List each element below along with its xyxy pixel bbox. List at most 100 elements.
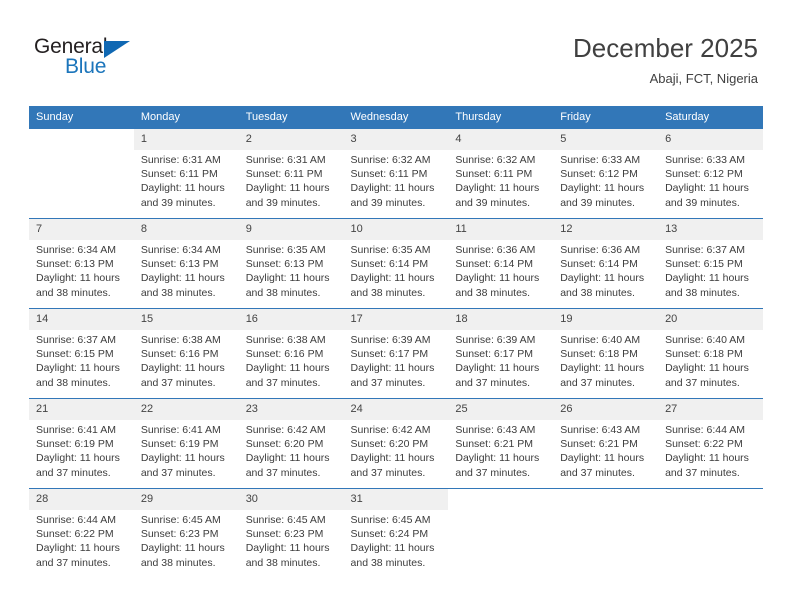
sunset-text: Sunset: 6:24 PM xyxy=(350,528,429,541)
daylight-text-line1: Daylight: 11 hours xyxy=(245,542,330,555)
day-details: Sunrise: 6:37 AM Sunset: 6:15 PM Dayligh… xyxy=(658,240,763,300)
calendar-day-cell[interactable]: 20 Sunrise: 6:40 AM Sunset: 6:18 PM Dayl… xyxy=(658,308,763,399)
calendar-day-cell[interactable]: 23 Sunrise: 6:42 AM Sunset: 6:20 PM Dayl… xyxy=(238,398,344,489)
calendar-day-cell[interactable]: 24 Sunrise: 6:42 AM Sunset: 6:20 PM Dayl… xyxy=(343,398,449,489)
calendar-day-cell[interactable]: 22 Sunrise: 6:41 AM Sunset: 6:19 PM Dayl… xyxy=(133,398,239,489)
sunrise-text: Sunrise: 6:39 AM xyxy=(455,334,536,346)
sunset-text: Sunset: 6:18 PM xyxy=(560,348,638,361)
calendar-day-cell[interactable]: 11 Sunrise: 6:36 AM Sunset: 6:14 PM Dayl… xyxy=(448,218,554,309)
sunrise-text: Sunrise: 6:43 AM xyxy=(455,424,536,436)
day-number: 24 xyxy=(343,399,449,420)
daylight-text-line2: and 38 minutes. xyxy=(350,556,426,569)
daylight-text-line1: Daylight: 11 hours xyxy=(245,182,330,195)
daylight-text-line2: and 39 minutes. xyxy=(140,196,216,209)
calendar-day-cell[interactable]: 15 Sunrise: 6:38 AM Sunset: 6:16 PM Dayl… xyxy=(133,308,239,399)
weekday-header-tuesday: Tuesday xyxy=(238,106,344,129)
sunrise-text: Sunrise: 6:33 AM xyxy=(665,154,746,166)
calendar-day-cell[interactable] xyxy=(658,488,763,578)
calendar-day-cell[interactable]: 21 Sunrise: 6:41 AM Sunset: 6:19 PM Dayl… xyxy=(29,398,134,489)
sunset-text: Sunset: 6:13 PM xyxy=(140,258,219,271)
day-details: Sunrise: 6:31 AM Sunset: 6:11 PM Dayligh… xyxy=(239,150,344,210)
calendar-day-cell[interactable]: 1 Sunrise: 6:31 AM Sunset: 6:11 PM Dayli… xyxy=(133,129,239,219)
daylight-text-line1: Daylight: 11 hours xyxy=(560,182,645,195)
sunrise-text: Sunrise: 6:32 AM xyxy=(350,154,431,166)
calendar-day-cell[interactable]: 7 Sunrise: 6:34 AM Sunset: 6:13 PM Dayli… xyxy=(29,218,134,309)
page-title: December 2025 xyxy=(573,33,758,63)
daylight-text-line1: Daylight: 11 hours xyxy=(665,452,749,465)
sunset-text: Sunset: 6:17 PM xyxy=(350,348,429,361)
calendar-day-cell[interactable]: 12 Sunrise: 6:36 AM Sunset: 6:14 PM Dayl… xyxy=(553,218,659,309)
day-number: 8 xyxy=(133,219,239,240)
calendar-day-cell[interactable]: 31 Sunrise: 6:45 AM Sunset: 6:24 PM Dayl… xyxy=(343,488,449,578)
day-details: Sunrise: 6:40 AM Sunset: 6:18 PM Dayligh… xyxy=(658,330,763,390)
calendar-day-cell[interactable]: 18 Sunrise: 6:39 AM Sunset: 6:17 PM Dayl… xyxy=(448,308,554,399)
daylight-text-line1: Daylight: 11 hours xyxy=(665,182,749,195)
sunset-text: Sunset: 6:12 PM xyxy=(560,168,638,181)
daylight-text-line1: Daylight: 11 hours xyxy=(350,542,435,555)
calendar-day-cell[interactable]: 10 Sunrise: 6:35 AM Sunset: 6:14 PM Dayl… xyxy=(343,218,449,309)
sunset-text: Sunset: 6:16 PM xyxy=(245,348,324,361)
calendar-day-cell[interactable]: 8 Sunrise: 6:34 AM Sunset: 6:13 PM Dayli… xyxy=(133,218,239,309)
sunset-text: Sunset: 6:15 PM xyxy=(36,348,114,361)
daylight-text-line2: and 37 minutes. xyxy=(665,466,740,479)
daylight-text-line2: and 37 minutes. xyxy=(350,466,426,479)
calendar-header-row: Sunday Monday Tuesday Wednesday Thursday… xyxy=(29,106,763,129)
calendar-week-row: 14 Sunrise: 6:37 AM Sunset: 6:15 PM Dayl… xyxy=(29,308,763,399)
calendar-day-cell[interactable]: 30 Sunrise: 6:45 AM Sunset: 6:23 PM Dayl… xyxy=(238,488,344,578)
sunrise-text: Sunrise: 6:34 AM xyxy=(140,244,221,256)
calendar-day-cell[interactable]: 4 Sunrise: 6:32 AM Sunset: 6:11 PM Dayli… xyxy=(448,129,554,219)
day-number: 3 xyxy=(343,129,449,150)
sunset-text: Sunset: 6:13 PM xyxy=(36,258,114,271)
daylight-text-line2: and 37 minutes. xyxy=(560,466,635,479)
daylight-text-line1: Daylight: 11 hours xyxy=(455,362,540,375)
sunset-text: Sunset: 6:11 PM xyxy=(350,168,428,181)
sunrise-text: Sunrise: 6:35 AM xyxy=(350,244,431,256)
daylight-text-line1: Daylight: 11 hours xyxy=(140,542,225,555)
calendar-day-cell[interactable]: 16 Sunrise: 6:38 AM Sunset: 6:16 PM Dayl… xyxy=(238,308,344,399)
day-details: Sunrise: 6:34 AM Sunset: 6:13 PM Dayligh… xyxy=(29,240,134,300)
calendar-day-cell[interactable] xyxy=(553,488,659,578)
calendar-day-cell[interactable]: 28 Sunrise: 6:44 AM Sunset: 6:22 PM Dayl… xyxy=(29,488,134,578)
calendar-day-cell[interactable] xyxy=(29,129,134,219)
calendar-day-cell[interactable]: 2 Sunrise: 6:31 AM Sunset: 6:11 PM Dayli… xyxy=(238,129,344,219)
sunrise-text: Sunrise: 6:33 AM xyxy=(560,154,641,166)
calendar-day-cell[interactable]: 5 Sunrise: 6:33 AM Sunset: 6:12 PM Dayli… xyxy=(553,129,659,219)
day-number: 17 xyxy=(343,309,449,330)
daylight-text-line1: Daylight: 11 hours xyxy=(140,362,225,375)
calendar-week-row: 7 Sunrise: 6:34 AM Sunset: 6:13 PM Dayli… xyxy=(29,218,763,309)
day-number: 22 xyxy=(133,399,239,420)
calendar-day-cell[interactable]: 6 Sunrise: 6:33 AM Sunset: 6:12 PM Dayli… xyxy=(658,129,763,219)
daylight-text-line2: and 38 minutes. xyxy=(36,286,111,299)
sunrise-text: Sunrise: 6:39 AM xyxy=(350,334,431,346)
calendar-day-cell[interactable]: 19 Sunrise: 6:40 AM Sunset: 6:18 PM Dayl… xyxy=(553,308,659,399)
calendar-day-cell[interactable]: 29 Sunrise: 6:45 AM Sunset: 6:23 PM Dayl… xyxy=(133,488,239,578)
day-number: 13 xyxy=(658,219,763,240)
general-blue-logo: General Blue xyxy=(34,36,154,82)
calendar-day-cell[interactable]: 26 Sunrise: 6:43 AM Sunset: 6:21 PM Dayl… xyxy=(553,398,659,489)
daylight-text-line2: and 37 minutes. xyxy=(36,466,111,479)
day-number: 16 xyxy=(238,309,344,330)
calendar-day-cell[interactable] xyxy=(448,488,554,578)
calendar-day-cell[interactable]: 17 Sunrise: 6:39 AM Sunset: 6:17 PM Dayl… xyxy=(343,308,449,399)
daylight-text-line1: Daylight: 11 hours xyxy=(350,452,435,465)
day-details: Sunrise: 6:42 AM Sunset: 6:20 PM Dayligh… xyxy=(344,420,449,480)
calendar-day-cell[interactable]: 13 Sunrise: 6:37 AM Sunset: 6:15 PM Dayl… xyxy=(658,218,763,309)
calendar-day-cell[interactable]: 27 Sunrise: 6:44 AM Sunset: 6:22 PM Dayl… xyxy=(658,398,763,489)
calendar-day-cell[interactable]: 25 Sunrise: 6:43 AM Sunset: 6:21 PM Dayl… xyxy=(448,398,554,489)
sunset-text: Sunset: 6:21 PM xyxy=(455,438,534,451)
daylight-text-line2: and 39 minutes. xyxy=(665,196,740,209)
calendar-day-cell[interactable]: 9 Sunrise: 6:35 AM Sunset: 6:13 PM Dayli… xyxy=(238,218,344,309)
daylight-text-line2: and 37 minutes. xyxy=(455,376,531,389)
sunset-text: Sunset: 6:23 PM xyxy=(245,528,324,541)
sunrise-text: Sunrise: 6:42 AM xyxy=(245,424,326,436)
calendar-day-cell[interactable]: 3 Sunrise: 6:32 AM Sunset: 6:11 PM Dayli… xyxy=(343,129,449,219)
sunset-text: Sunset: 6:11 PM xyxy=(455,168,533,181)
logo-text-blue: Blue xyxy=(65,55,107,78)
calendar-day-cell[interactable]: 14 Sunrise: 6:37 AM Sunset: 6:15 PM Dayl… xyxy=(29,308,134,399)
daylight-text-line2: and 37 minutes. xyxy=(245,466,321,479)
sunrise-text: Sunrise: 6:45 AM xyxy=(140,514,221,526)
day-details: Sunrise: 6:41 AM Sunset: 6:19 PM Dayligh… xyxy=(134,420,239,480)
daylight-text-line2: and 37 minutes. xyxy=(140,466,216,479)
sunrise-text: Sunrise: 6:37 AM xyxy=(36,334,116,346)
daylight-text-line1: Daylight: 11 hours xyxy=(560,362,645,375)
